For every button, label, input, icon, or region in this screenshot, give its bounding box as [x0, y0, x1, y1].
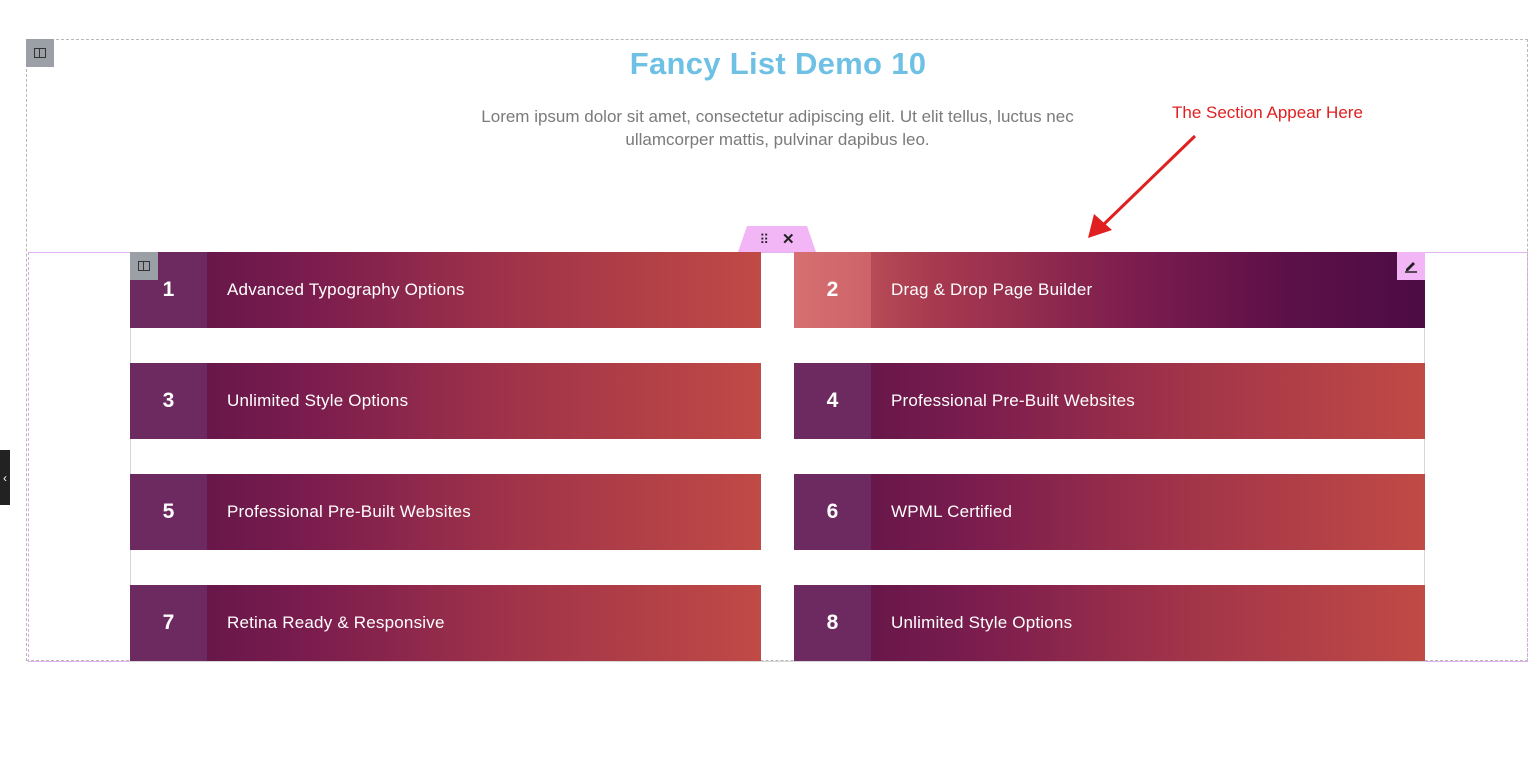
columns-icon	[138, 261, 150, 271]
panel-toggle-button[interactable]: ‹	[0, 450, 10, 505]
list-item: 6 WPML Certified	[794, 474, 1425, 550]
drag-handle-icon[interactable]: ⠿	[759, 233, 768, 246]
list-item-label: Unlimited Style Options	[227, 391, 409, 410]
annotation-arrow-icon	[1088, 134, 1197, 238]
list-item-label: Drag & Drop Page Builder	[891, 280, 1093, 299]
pencil-icon	[1405, 262, 1417, 273]
section-toolbar: ⠿ ✕	[738, 226, 816, 252]
list-item-label: Unlimited Style Options	[891, 613, 1073, 632]
list-item: 7 Retina Ready & Responsive	[130, 585, 761, 661]
list-item-number: 4	[794, 363, 871, 439]
close-icon[interactable]: ✕	[782, 232, 795, 247]
edit-widget-button[interactable]	[1397, 252, 1425, 280]
list-item: 1 Advanced Typography Options	[130, 252, 761, 328]
page-title: Fancy List Demo 10	[629, 46, 927, 81]
list-item-number: 3	[130, 363, 207, 439]
list-item-number: 8	[794, 585, 871, 661]
list-item: 8 Unlimited Style Options	[794, 585, 1425, 661]
list-item-label: Professional Pre-Built Websites	[227, 502, 471, 521]
list-item: 3 Unlimited Style Options	[130, 363, 761, 439]
list-item: 2 Drag & Drop Page Builder	[794, 252, 1425, 328]
list-item-label: Professional Pre-Built Websites	[891, 391, 1135, 410]
list-item-number: 2	[794, 252, 871, 328]
list-item: 4 Professional Pre-Built Websites	[794, 363, 1425, 439]
list-item-number: 6	[794, 474, 871, 550]
list-item-label: WPML Certified	[891, 502, 1013, 521]
list-item: 5 Professional Pre-Built Websites	[130, 474, 761, 550]
column-handle[interactable]	[130, 252, 158, 280]
list-item-label: Advanced Typography Options	[227, 280, 465, 299]
list-item-label: Retina Ready & Responsive	[227, 613, 445, 632]
list-item-number: 7	[130, 585, 207, 661]
annotation-label: The Section Appear Here	[1172, 103, 1363, 122]
page-description: Lorem ipsum dolor sit amet, consectetur …	[481, 107, 1074, 149]
list-item-number: 5	[130, 474, 207, 550]
